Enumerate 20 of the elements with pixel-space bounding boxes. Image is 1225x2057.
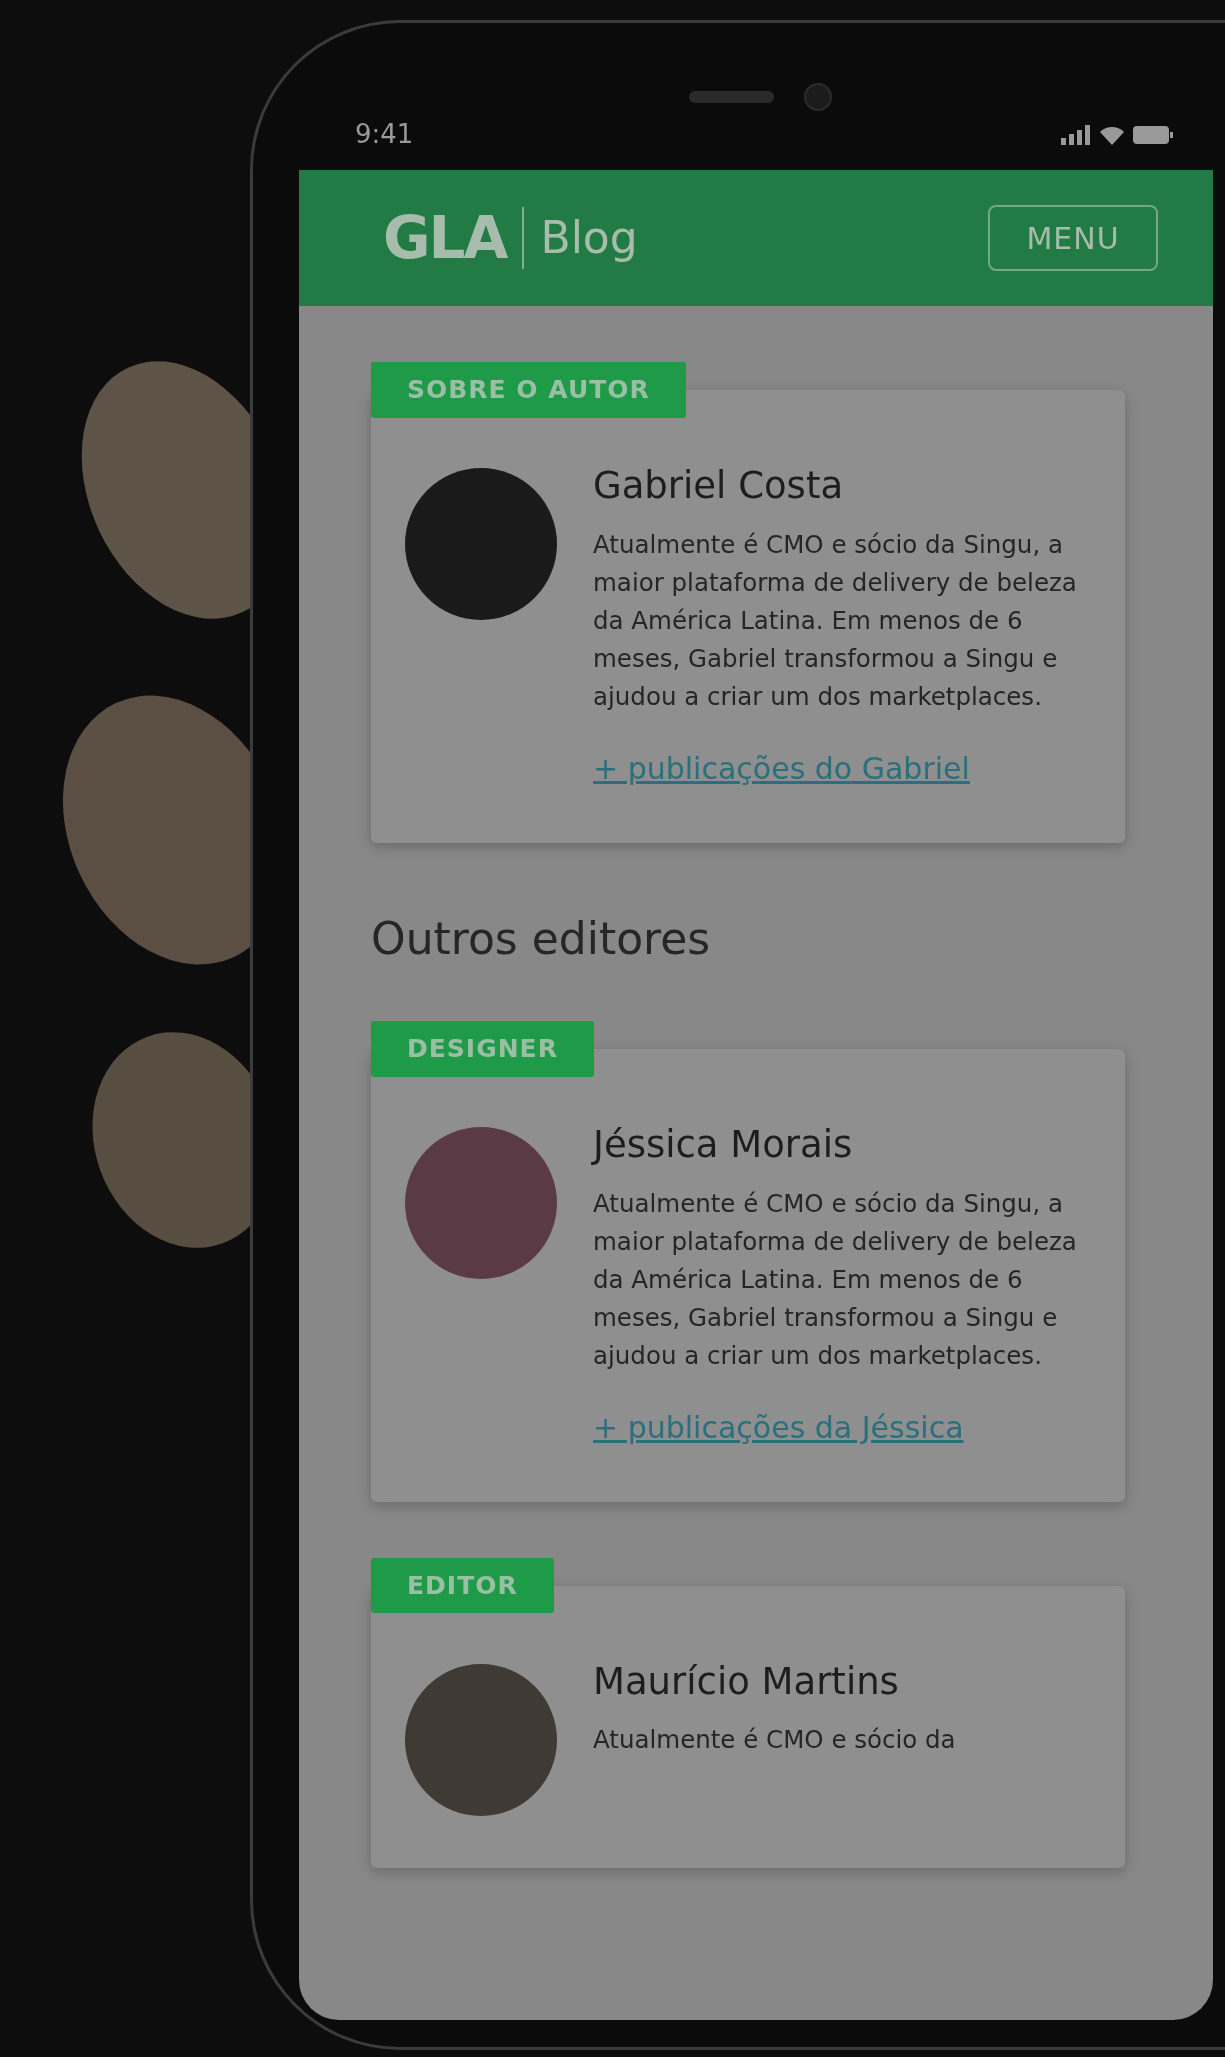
bio-text: Atualmente é CMO e sócio da Singu, a maior plataforma de delivery de beleza da América Latina. Em menos de 6 meses, Gabriel transformou a Singu e ajudou a criar um dos marketplaces. — [593, 528, 1078, 713]
menu-button[interactable]: MENU — [988, 205, 1158, 271]
person-name: Maurício Martins — [593, 1658, 900, 1705]
person-name: Gabriel Costa — [593, 463, 845, 509]
logo[interactable]: GLA — [383, 209, 507, 267]
role-tag: SOBRE O AUTOR — [371, 362, 686, 418]
role-tag: EDITOR — [371, 1557, 554, 1614]
publications-link[interactable]: + publicações do Gabriel — [593, 745, 970, 791]
signal-icon — [1061, 124, 1091, 145]
wifi-icon — [1099, 124, 1125, 145]
camera-lens — [804, 83, 832, 111]
publications-link[interactable]: + publicações da Jéssica — [593, 1404, 964, 1450]
battery-icon — [1133, 125, 1173, 144]
bio-text: Atualmente é CMO e sócio da Singu, a maior plataforma de delivery de beleza da América Latina. Em menos de 6 meses, Gabriel transformou a Singu e ajudou a criar um dos marketplaces. — [593, 1187, 1078, 1372]
status-time: 9:41 — [355, 118, 414, 151]
section-heading: Outros editores — [371, 912, 712, 966]
person-name: Jéssica Morais — [593, 1122, 854, 1169]
section-label: Blog — [540, 216, 638, 260]
bio-text: Atualmente é CMO e sócio da — [593, 1724, 956, 1757]
role-tag: DESIGNER — [371, 1021, 594, 1077]
